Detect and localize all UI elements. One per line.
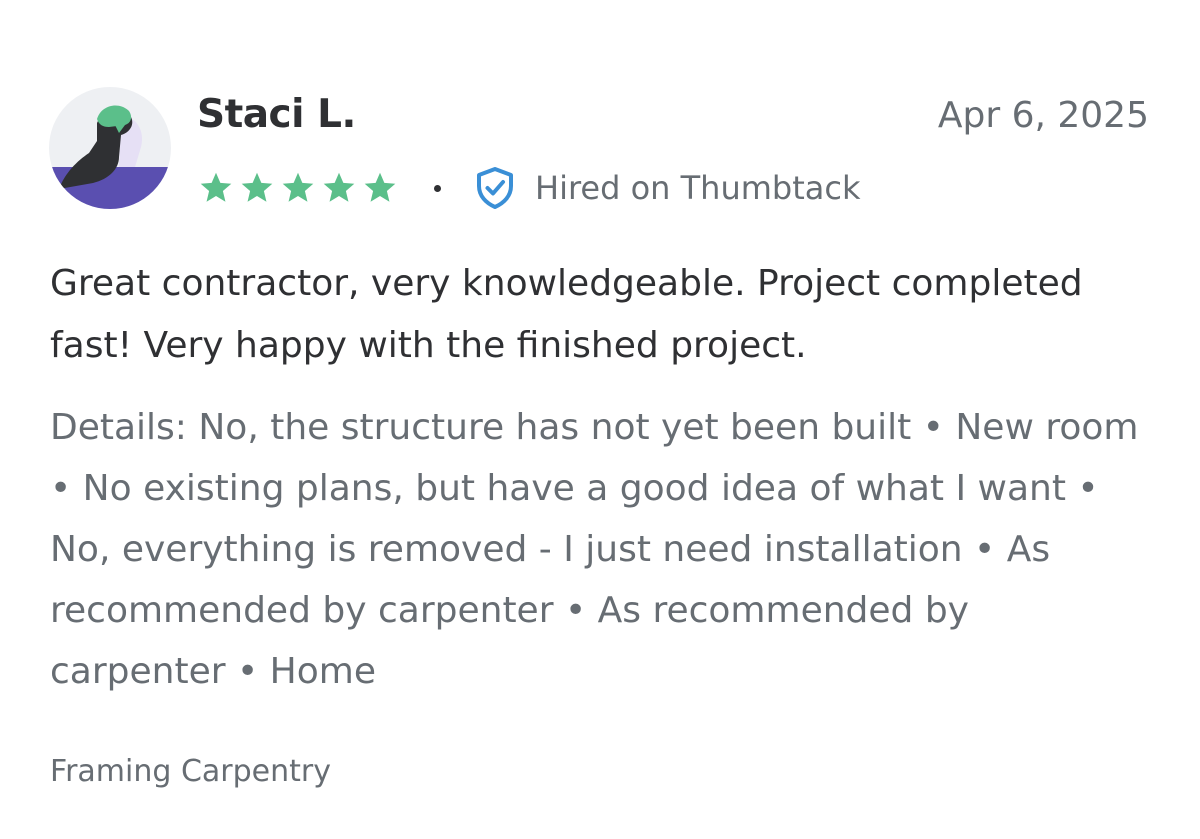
user-avatar-illustration: [49, 87, 171, 209]
review-details: Details: No, the structure has not yet b…: [50, 407, 1139, 692]
star-icon: [323, 172, 355, 202]
reviewer-name: Staci L.: [197, 92, 356, 137]
review-date: Apr 6, 2025: [937, 95, 1149, 136]
separator-dot: [434, 184, 441, 192]
star-icon: [282, 172, 314, 202]
review-meta: Hired on Thumbtack: [198, 166, 860, 210]
avatar: [49, 87, 171, 209]
shield-check-icon: [477, 167, 513, 209]
star-rating: [198, 170, 403, 206]
star-icon: [200, 172, 232, 202]
star-icon: [364, 172, 396, 202]
hired-on-thumbtack-label: Hired on Thumbtack: [535, 169, 861, 207]
star-icon: [241, 172, 273, 202]
review-text: Great contractor, very knowledgeable. Pr…: [50, 263, 1083, 366]
service-category: Framing Carpentry: [50, 754, 331, 789]
